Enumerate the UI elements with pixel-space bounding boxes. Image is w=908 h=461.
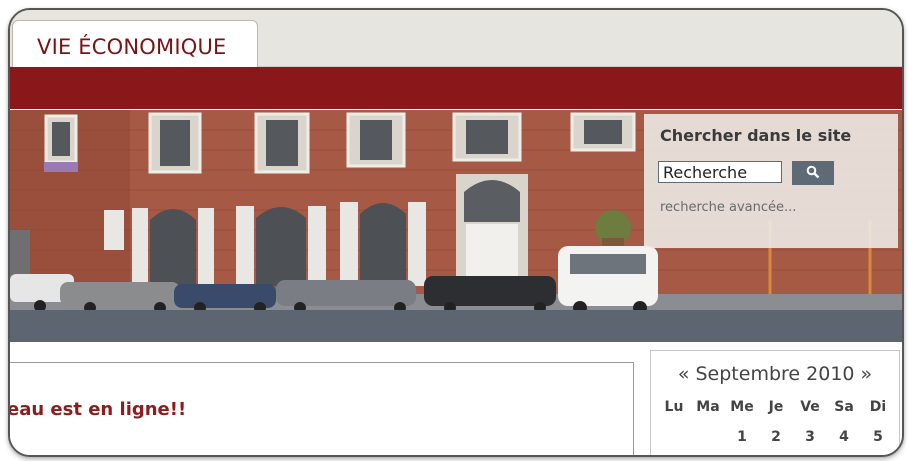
calendar-header: « Septembre 2010 »: [651, 363, 899, 385]
day-header: Ve: [800, 399, 820, 415]
browser-frame: VIE ÉCONOMIQUE Chercher dans le site Rec…: [8, 8, 904, 457]
search-title: Chercher dans le site: [660, 126, 852, 145]
calendar-day: [657, 429, 691, 445]
advanced-search-link[interactable]: recherche avancée...: [660, 200, 796, 215]
search-button[interactable]: [792, 161, 834, 185]
calendar-day[interactable]: 5: [861, 429, 895, 445]
calendar-widget: « Septembre 2010 » Lu Ma Me Je Ve Sa Di …: [650, 350, 900, 455]
main-content: eau est en ligne!! « Septembre 2010 » Lu…: [10, 342, 902, 455]
calendar-first-week: 1 2 3 4 5: [657, 429, 895, 445]
article-title[interactable]: eau est en ligne!!: [10, 399, 186, 420]
search-input[interactable]: [658, 161, 782, 183]
brand-bar: [10, 67, 902, 109]
calendar-day-headers: Lu Ma Me Je Ve Sa Di: [657, 399, 895, 415]
search-icon: [806, 165, 820, 182]
day-header: Di: [869, 399, 887, 415]
day-header: Lu: [664, 399, 684, 415]
article-card: eau est en ligne!!: [10, 362, 634, 455]
day-header: Sa: [834, 399, 854, 415]
tab-label: VIE ÉCONOMIQUE: [37, 35, 227, 59]
day-header: Ma: [696, 399, 720, 415]
calendar-prev-link[interactable]: «: [678, 363, 690, 385]
calendar-month-label: Septembre 2010: [695, 363, 855, 385]
calendar-day[interactable]: 3: [793, 429, 827, 445]
calendar-next-link[interactable]: »: [861, 363, 873, 385]
calendar-day: [691, 429, 725, 445]
day-header: Me: [730, 399, 754, 415]
day-header: Je: [768, 399, 784, 415]
calendar-day[interactable]: 2: [759, 429, 793, 445]
top-navigation: VIE ÉCONOMIQUE: [10, 10, 902, 69]
tab-vie-economique[interactable]: VIE ÉCONOMIQUE: [12, 20, 258, 69]
search-panel: Chercher dans le site recherche avancée.…: [644, 114, 898, 248]
banner-bottom-bar: [10, 310, 902, 342]
calendar-day[interactable]: 4: [827, 429, 861, 445]
calendar-day[interactable]: 1: [725, 429, 759, 445]
